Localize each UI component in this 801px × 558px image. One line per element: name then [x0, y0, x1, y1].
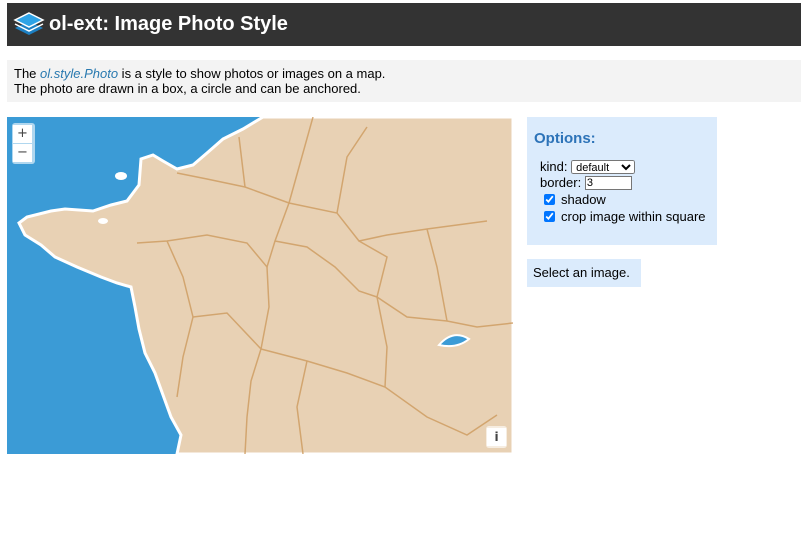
- zoom-control: + −: [12, 123, 35, 164]
- layers-icon: [13, 12, 45, 35]
- border-row: border:: [540, 175, 717, 191]
- map-canvas: [7, 117, 513, 454]
- map-viewport[interactable]: + − i: [7, 117, 513, 454]
- zoom-out-button[interactable]: −: [13, 144, 32, 162]
- selection-status: Select an image.: [527, 259, 641, 287]
- options-panel: Options: kind: default border: shadow cr…: [527, 117, 717, 245]
- attribution-control: i: [486, 426, 507, 448]
- kind-select[interactable]: default: [571, 160, 636, 174]
- border-label: border:: [540, 175, 582, 190]
- attribution-button[interactable]: i: [487, 428, 506, 446]
- shadow-row: shadow: [536, 191, 717, 208]
- zoom-in-button[interactable]: +: [13, 125, 32, 143]
- shadow-label: shadow: [561, 192, 606, 207]
- kind-row: kind: default: [540, 159, 717, 175]
- top-bar: ol-ext: Image Photo Style: [7, 3, 801, 46]
- options-title: Options:: [534, 130, 596, 147]
- description-line-1: The ol.style.Photo is a style to show ph…: [14, 66, 801, 81]
- crop-row: crop image within square: [536, 208, 717, 225]
- border-input[interactable]: [584, 176, 632, 190]
- description-panel: The ol.style.Photo is a style to show ph…: [7, 60, 801, 102]
- description-text: is a style to show photos or images on a…: [118, 66, 386, 81]
- description-line-2: The photo are drawn in a box, a circle a…: [14, 81, 361, 96]
- page-title: ol-ext: Image Photo Style: [49, 13, 288, 35]
- ol-style-photo-link[interactable]: ol.style.Photo: [40, 66, 118, 81]
- shadow-checkbox[interactable]: [544, 194, 555, 205]
- crop-label: crop image within square: [561, 209, 706, 224]
- description-text: The: [14, 66, 41, 81]
- kind-label: kind:: [540, 159, 568, 174]
- crop-checkbox[interactable]: [544, 211, 555, 222]
